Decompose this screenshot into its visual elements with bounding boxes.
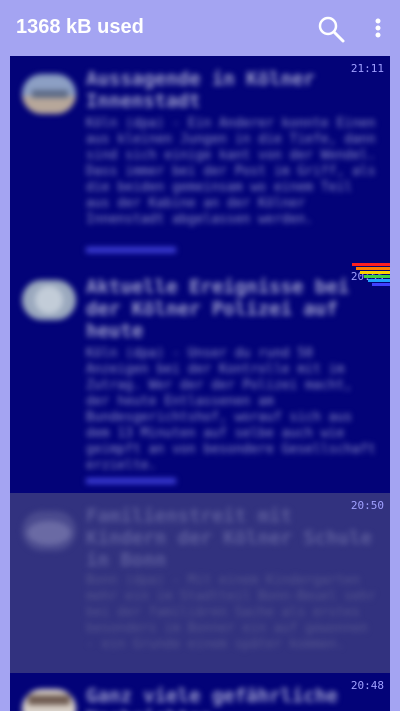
list-item[interactable]: 20:48 Ganz viele gefährliche Nachrichten bbox=[10, 673, 390, 711]
article-list[interactable]: 21:11 Aussagende in Kölner Innenstadt Kö… bbox=[10, 56, 390, 711]
source-link[interactable] bbox=[86, 247, 176, 253]
app-bar: 1368 kB used bbox=[0, 0, 400, 56]
article-summary: Köln (dpa) - Unser du rund 50 Anzeigen b… bbox=[86, 346, 376, 473]
source-link[interactable] bbox=[86, 478, 176, 484]
article-headline: Familienstreit mit Kindern der Kölner Sc… bbox=[86, 505, 372, 571]
article-summary: Bonn (dpa) - Mit einem Kindergarten mehr… bbox=[86, 573, 376, 652]
article-thumbnail bbox=[22, 689, 76, 711]
list-item[interactable]: 20:50 Familienstreit mit Kindern der Köl… bbox=[10, 493, 390, 673]
article-thumbnail bbox=[22, 74, 76, 114]
article-headline: Aussagende in Kölner Innenstadt bbox=[86, 68, 315, 112]
drag-handle[interactable] bbox=[352, 263, 390, 293]
article-headline: Aktuelle Ereignisse bei der Kölner Poliz… bbox=[86, 276, 350, 342]
article-summary: Köln (dpa) - Ein Anderer konnte Einen au… bbox=[86, 116, 376, 227]
list-item[interactable]: 21:11 Aussagende in Kölner Innenstadt Kö… bbox=[10, 56, 390, 256]
article-thumbnail bbox=[22, 280, 76, 320]
list-item[interactable]: 20:55 Aktuelle Ereignisse bei der Kölner… bbox=[10, 256, 390, 493]
search-icon[interactable] bbox=[316, 14, 346, 44]
more-vert-icon[interactable] bbox=[366, 14, 390, 44]
article-headline: Ganz viele gefährliche Nachrichten bbox=[86, 685, 338, 711]
article-thumbnail bbox=[22, 511, 76, 551]
page-title: 1368 kB used bbox=[16, 16, 144, 38]
